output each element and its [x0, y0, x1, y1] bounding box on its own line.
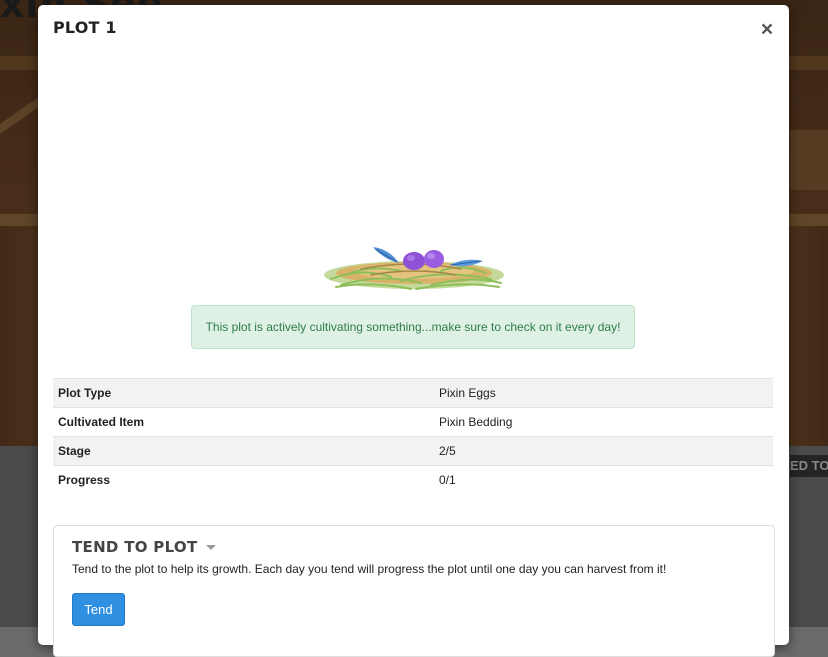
- cultivating-status-alert: This plot is actively cultivating someth…: [191, 305, 635, 349]
- close-button[interactable]: ×: [759, 18, 775, 41]
- nest-with-eggs-icon: [324, 247, 504, 290]
- table-row: Plot Type Pixin Eggs: [53, 378, 773, 408]
- stage-label: Stage: [53, 436, 434, 466]
- modal-title: PLOT 1: [53, 18, 117, 37]
- plot-modal: PLOT 1 × This plot is actively cultivati…: [38, 5, 789, 657]
- table-row: Progress 0/1: [53, 465, 773, 494]
- progress-label: Progress: [53, 465, 434, 494]
- cultivated-item-value: Pixin Bedding: [434, 407, 773, 437]
- table-row: Cultivated Item Pixin Bedding: [53, 407, 773, 437]
- tend-panel: TEND TO PLOT Tend to the plot to help it…: [53, 525, 775, 657]
- progress-value: 0/1: [434, 465, 773, 494]
- stage-value: 2/5: [434, 436, 773, 466]
- table-row: Stage 2/5: [53, 436, 773, 466]
- plot-type-value: Pixin Eggs: [434, 378, 773, 408]
- caret-down-icon: [205, 545, 216, 550]
- tend-description: Tend to the plot to help its growth. Eac…: [72, 562, 667, 576]
- tend-button[interactable]: Tend: [72, 593, 125, 626]
- tend-panel-toggle[interactable]: TEND TO PLOT: [72, 538, 216, 556]
- plot-details-table: Plot Type Pixin Eggs Cultivated Item Pix…: [53, 378, 773, 494]
- cultivated-item-label: Cultivated Item: [53, 407, 434, 437]
- plot-type-label: Plot Type: [53, 378, 434, 408]
- tend-heading-text: TEND TO PLOT: [72, 538, 198, 556]
- close-icon: ×: [760, 18, 774, 41]
